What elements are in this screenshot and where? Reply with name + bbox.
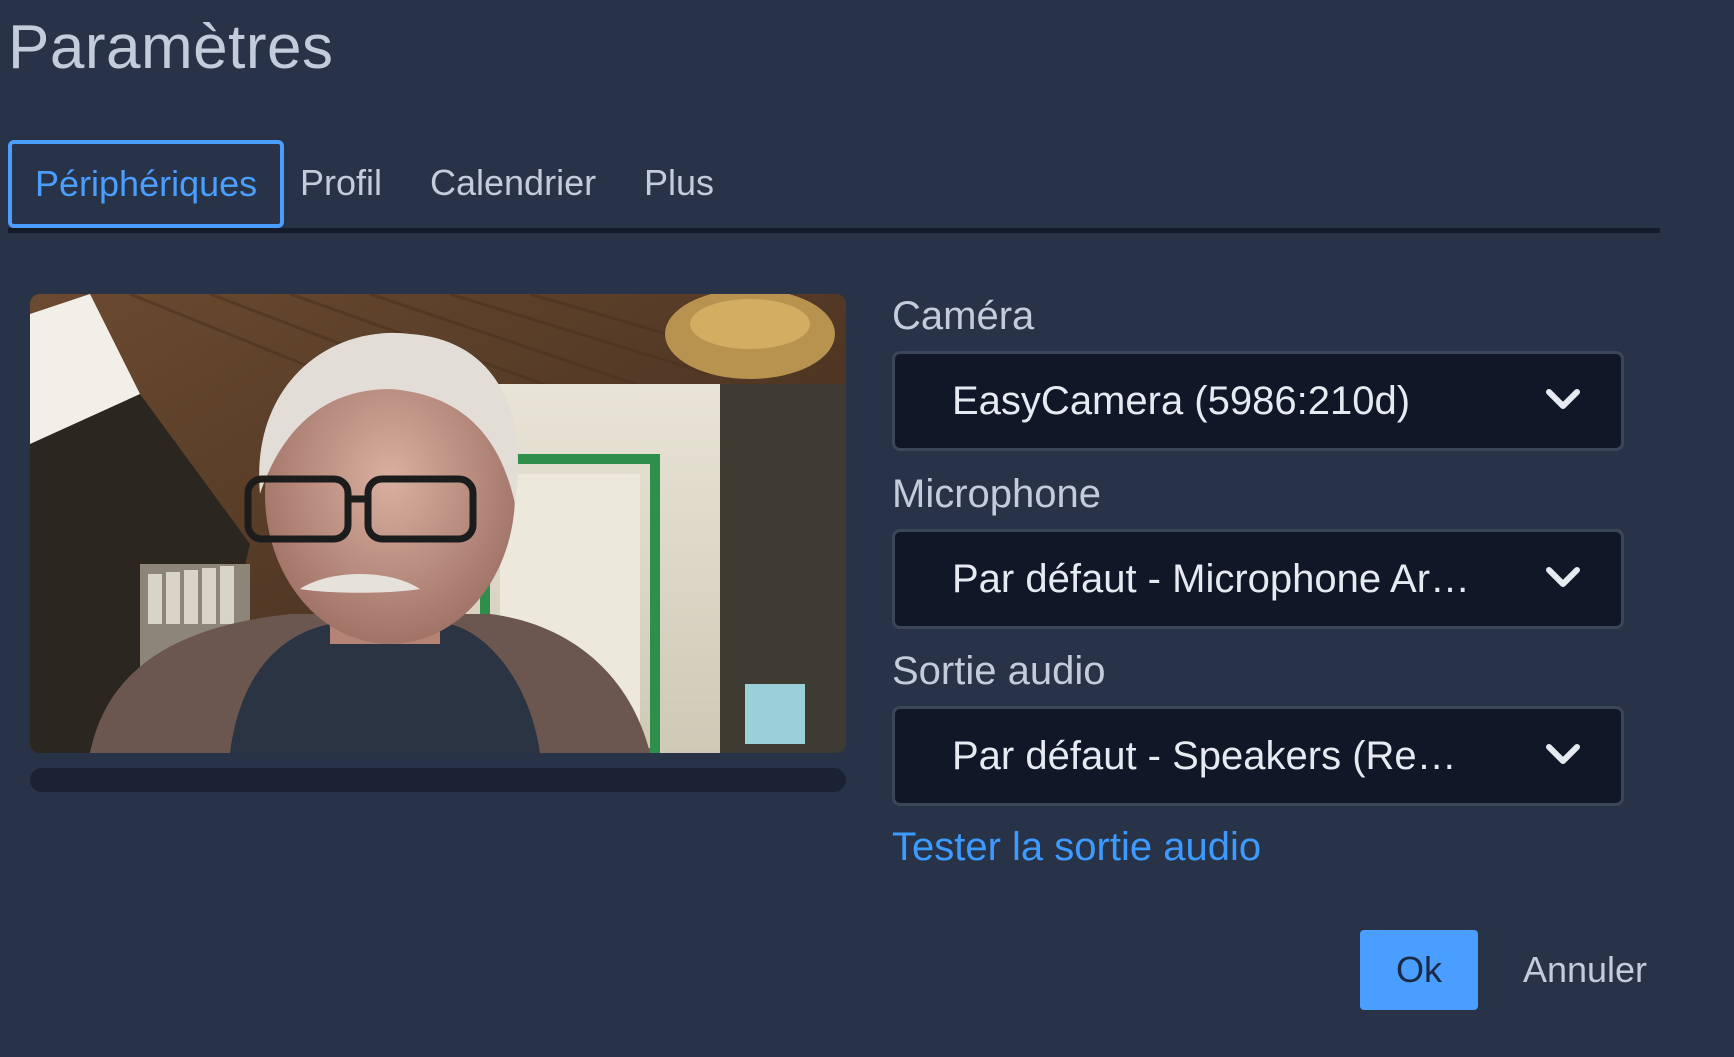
ok-button[interactable]: Ok: [1360, 930, 1478, 1010]
chevron-down-icon: [1546, 744, 1580, 764]
tab-devices[interactable]: Périphériques: [8, 140, 285, 228]
page-title: Paramètres: [8, 13, 334, 82]
tab-more[interactable]: Plus: [644, 140, 714, 228]
microphone-label: Microphone: [892, 472, 1102, 516]
camera-label: Caméra: [892, 294, 1035, 338]
chevron-down-icon: [1546, 567, 1580, 587]
microphone-select-value: Par défaut - Microphone Ar…: [952, 557, 1471, 601]
audio-output-select[interactable]: Par défaut - Speakers (Re…: [892, 706, 1624, 806]
microphone-select[interactable]: Par défaut - Microphone Ar…: [892, 529, 1624, 629]
camera-select[interactable]: EasyCamera (5986:210d): [892, 351, 1624, 451]
camera-preview-image: [30, 294, 846, 753]
settings-dialog: Paramètres Périphériques Profil Calendri…: [0, 0, 1734, 1057]
audio-output-select-value: Par défaut - Speakers (Re…: [952, 734, 1457, 778]
camera-select-value: EasyCamera (5986:210d): [952, 379, 1411, 423]
settings-tabs: Périphériques Profil Calendrier Plus: [8, 140, 1660, 233]
tab-profile[interactable]: Profil: [300, 140, 382, 228]
chevron-down-icon: [1546, 389, 1580, 409]
cancel-button[interactable]: Annuler: [1510, 930, 1660, 1010]
test-audio-output-link[interactable]: Tester la sortie audio: [892, 822, 1261, 872]
audio-level-bar: [30, 768, 846, 792]
audio-output-label: Sortie audio: [892, 649, 1106, 693]
camera-preview: [30, 294, 846, 753]
tab-calendar[interactable]: Calendrier: [430, 140, 596, 228]
